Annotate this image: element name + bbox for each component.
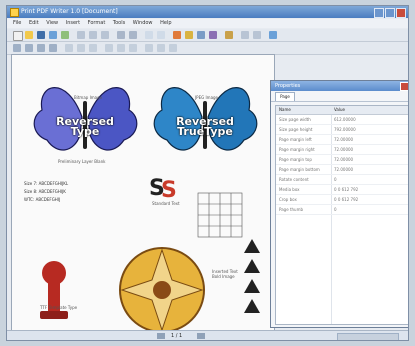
redo-icon[interactable] xyxy=(129,31,137,39)
title-bar: Print PDF Writer 1.0 [Document] xyxy=(7,6,408,18)
properties-table: Name Value Size page width 612.00000 Size… xyxy=(275,105,408,325)
sample-line-2: Size 8: ABCDEFGHIJK xyxy=(24,189,66,194)
last-page-icon[interactable] xyxy=(49,44,57,52)
group-icon[interactable] xyxy=(145,44,153,52)
menu-insert[interactable]: Insert xyxy=(66,20,80,26)
undo-icon[interactable] xyxy=(117,31,125,39)
horizontal-scrollbar[interactable] xyxy=(337,333,399,340)
menu-bar: File Edit View Insert Format Tools Windo… xyxy=(7,19,408,28)
col-name-header: Name xyxy=(279,107,291,112)
reversed-truetype-text: Reversed TrueType xyxy=(176,115,234,138)
sample-line-1: Size 7: ABCDEFGHIJKL xyxy=(24,181,69,186)
sample-line-3: WTC: ABCDEFGHIJ xyxy=(24,197,61,202)
close-button[interactable] xyxy=(396,8,406,18)
maximize-button[interactable] xyxy=(385,8,395,18)
svg-text:S: S xyxy=(161,178,177,203)
first-page-icon[interactable] xyxy=(13,44,21,52)
window-title: Print PDF Writer 1.0 [Document] xyxy=(21,8,118,15)
layers-icon[interactable] xyxy=(269,31,277,39)
arrow-marks-graphic xyxy=(244,239,260,313)
right-wing-caption: JPEG Image xyxy=(195,95,219,100)
status-bar: 1 / 1 xyxy=(7,330,408,340)
menu-edit[interactable]: Edit xyxy=(29,20,39,26)
panel-close-icon[interactable] xyxy=(400,82,408,91)
properties-tabs: Page xyxy=(271,91,408,102)
image-tool-icon[interactable] xyxy=(225,31,233,39)
dropdown-icon[interactable] xyxy=(253,31,261,39)
zoom-icon[interactable] xyxy=(145,31,153,39)
properties-icon[interactable] xyxy=(169,44,177,52)
new-icon[interactable] xyxy=(13,31,23,41)
export-icon[interactable] xyxy=(61,31,69,39)
table-row[interactable]: Size page width 612.00000 xyxy=(276,115,408,125)
copy-icon[interactable] xyxy=(89,31,97,39)
properties-panel: Properties Page Name Value Size page wid… xyxy=(270,80,408,328)
table-row[interactable]: Page margin left 72.00000 xyxy=(276,135,408,145)
pawn-caption: TTF Template Type xyxy=(40,305,78,310)
ss-caption: Standard Text xyxy=(152,201,180,206)
shape-tool-icon[interactable] xyxy=(209,31,217,39)
main-toolbar xyxy=(7,29,408,42)
table-row[interactable]: Size page height 792.00000 xyxy=(276,125,408,135)
menu-window[interactable]: Window xyxy=(133,20,153,26)
menu-help[interactable]: Help xyxy=(160,20,171,26)
align-center-icon[interactable] xyxy=(117,44,125,52)
next-page-status-icon[interactable] xyxy=(197,333,205,339)
properties-header: Name Value xyxy=(276,106,408,115)
app-icon xyxy=(10,8,19,17)
table-row[interactable]: Page thumb 0 xyxy=(276,205,408,215)
reversed-type-text: Reversed Type xyxy=(56,115,114,138)
cut-icon[interactable] xyxy=(77,31,85,39)
table-row[interactable]: Page margin top 72.00000 xyxy=(276,155,408,165)
grid-graphic xyxy=(197,192,243,238)
flower-graphic xyxy=(119,247,205,331)
table-row[interactable]: Media box 0 0 612 792 xyxy=(276,185,408,195)
bottom-caption: Inserted Text Bold Image xyxy=(212,269,238,279)
pawn-graphic xyxy=(40,261,68,319)
prev-page-icon[interactable] xyxy=(25,44,33,52)
pencil-icon[interactable] xyxy=(185,31,193,39)
align-icon[interactable] xyxy=(241,31,249,39)
app-window: Print PDF Writer 1.0 [Document] File Edi… xyxy=(6,5,409,341)
left-wing-caption: Bitmap Image xyxy=(74,95,103,100)
text-tool-icon[interactable] xyxy=(173,31,181,39)
align-left-icon[interactable] xyxy=(105,44,113,52)
paste-icon[interactable] xyxy=(101,31,109,39)
tab-page[interactable]: Page xyxy=(275,92,295,101)
table-row[interactable]: Page margin right 72.00000 xyxy=(276,145,408,155)
grid-icon[interactable] xyxy=(65,44,73,52)
minimize-button[interactable] xyxy=(374,8,384,18)
document-canvas[interactable]: S S Bitmap Image JPEG Image Reversed Typ… xyxy=(11,54,275,332)
page-indicator: 1 / 1 xyxy=(171,333,183,339)
table-icon[interactable] xyxy=(77,44,85,52)
properties-title: Properties xyxy=(271,81,408,91)
next-page-icon[interactable] xyxy=(37,44,45,52)
ss-graphic: S S xyxy=(149,176,177,203)
col-value-header: Value xyxy=(334,107,345,112)
menu-file[interactable]: File xyxy=(13,20,21,26)
open-folder-icon[interactable] xyxy=(25,31,33,39)
align-right-icon[interactable] xyxy=(129,44,137,52)
print-icon[interactable] xyxy=(49,31,57,39)
fit-page-icon[interactable] xyxy=(157,31,165,39)
layer-label: Preliminary Layer Blank xyxy=(58,159,106,164)
save-icon[interactable] xyxy=(37,31,45,39)
line-tool-icon[interactable] xyxy=(197,31,205,39)
table-row[interactable]: Crop box 0 0 612 792 xyxy=(276,195,408,205)
menu-tools[interactable]: Tools xyxy=(113,20,125,26)
table-row[interactable]: Rotate content 0 xyxy=(276,175,408,185)
menu-view[interactable]: View xyxy=(46,20,58,26)
table-row[interactable]: Page margin bottom 72.00000 xyxy=(276,165,408,175)
prev-page-status-icon[interactable] xyxy=(157,333,165,339)
menu-format[interactable]: Format xyxy=(88,20,106,26)
bookmark-icon[interactable] xyxy=(89,44,97,52)
properties-title-text: Properties xyxy=(275,83,301,89)
ungroup-icon[interactable] xyxy=(157,44,165,52)
